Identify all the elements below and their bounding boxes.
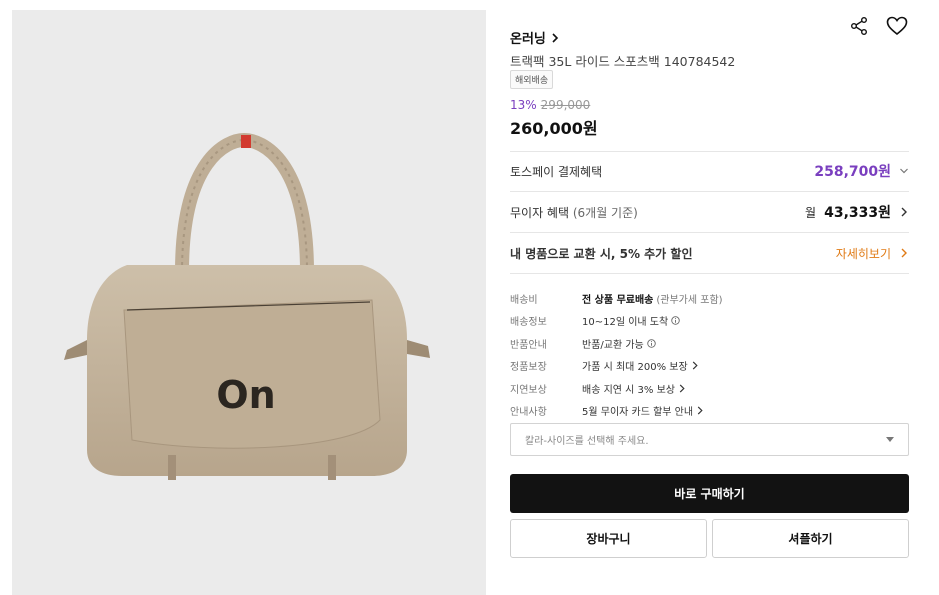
brand-link[interactable]: 온러닝	[510, 28, 560, 47]
trade-in-promo-row[interactable]: 내 명품으로 교환 시, 5% 추가 할인 자세히보기	[510, 233, 909, 273]
brand-name: 온러닝	[510, 32, 546, 47]
toss-pay-price: 258,700원	[814, 164, 891, 180]
heart-icon[interactable]	[885, 14, 909, 38]
sale-price: 260,000원	[510, 119, 598, 138]
info-icon[interactable]	[671, 316, 680, 325]
secondary-actions: 장바구니 셔플하기	[510, 519, 909, 558]
monthly-price: 43,333원	[824, 205, 891, 221]
delivery-row[interactable]: 배송정보 10~12일 이내 도착	[510, 310, 909, 333]
product-image[interactable]: On	[12, 10, 486, 595]
delivery-key: 정품보장	[510, 362, 547, 374]
delivery-value-text: 반품/교환 가능	[582, 339, 644, 351]
toss-pay-label: 토스페이 결제혜택	[510, 164, 603, 179]
delivery-value: 반품/교환 가능	[582, 336, 656, 351]
share-icon[interactable]	[847, 14, 871, 38]
toss-pay-benefit-row[interactable]: 토스페이 결제혜택 258,700원	[510, 151, 909, 191]
product-name: 트랙팩 35L 라이드 스포츠백 140784542	[510, 54, 736, 69]
delivery-value-bold: 전 상품 무료배송	[582, 294, 654, 306]
chevron-right-icon	[697, 406, 703, 415]
discount-row: 13% 299,000	[510, 98, 590, 112]
delivery-key: 배송정보	[510, 317, 547, 329]
delivery-value-text: 가품 시 최대 200% 보장	[582, 362, 688, 374]
chevron-right-icon	[901, 207, 907, 217]
delivery-value: 가품 시 최대 200% 보장	[582, 358, 699, 373]
original-price: 299,000	[540, 98, 591, 112]
interest-free-label: 무이자 혜택	[510, 205, 570, 220]
chevron-right-icon	[692, 361, 698, 370]
interest-free-benefit-row[interactable]: 무이자 혜택 (6개월 기준) 월 43,333원	[510, 192, 909, 232]
delivery-row[interactable]: 정품보장 가품 시 최대 200% 보장	[510, 355, 909, 378]
delivery-value-text: 배송 지연 시 3% 보상	[582, 384, 675, 396]
interest-free-sub: (6개월 기준)	[572, 205, 638, 220]
details-link[interactable]: 자세히보기	[836, 245, 891, 262]
chevron-right-icon	[901, 248, 907, 258]
chevron-right-icon	[679, 384, 685, 393]
delivery-row[interactable]: 안내사항 5월 무이자 카드 할부 안내	[510, 400, 909, 423]
chevron-down-icon	[900, 168, 908, 174]
delivery-key: 안내사항	[510, 407, 547, 419]
delivery-info: 배송비 전 상품 무료배송 (관부가세 포함) 배송정보 10~12일 이내 도착반품안…	[510, 287, 909, 422]
delivery-value: 10~12일 이내 도착	[582, 313, 680, 328]
trade-in-promo-label: 내 명품으로 교환 시, 5% 추가 할인	[510, 246, 693, 261]
top-actions	[847, 14, 909, 38]
caret-down-icon	[886, 437, 894, 442]
option-select[interactable]: 칼라-사이즈를 선택해 주세요.	[510, 423, 909, 456]
option-select-placeholder: 칼라-사이즈를 선택해 주세요.	[525, 436, 649, 447]
delivery-row[interactable]: 지연보상 배송 지연 시 3% 보상	[510, 377, 909, 400]
info-icon[interactable]	[647, 339, 656, 348]
delivery-value-text: 5월 무이자 카드 할부 안내	[582, 407, 694, 419]
product-info-panel: 온러닝 트랙팩 35L 라이드 스포츠백 140784542 해외배송 13% …	[510, 0, 909, 595]
delivery-row: 배송비 전 상품 무료배송 (관부가세 포함)	[510, 287, 909, 310]
on-logo: On	[216, 373, 275, 417]
delivery-value: 배송 지연 시 3% 보상	[582, 381, 686, 396]
delivery-key: 배송비	[510, 294, 538, 306]
discount-rate: 13%	[510, 98, 537, 112]
cart-button[interactable]: 장바구니	[510, 519, 707, 558]
delivery-value: 전 상품 무료배송 (관부가세 포함)	[582, 291, 723, 306]
monthly-unit: 월	[805, 205, 817, 220]
bag-illustration: On	[64, 132, 430, 480]
delivery-value-note: (관부가세 포함)	[656, 294, 723, 306]
buy-now-button[interactable]: 바로 구매하기	[510, 474, 909, 513]
divider	[510, 273, 909, 274]
overseas-shipping-badge: 해외배송	[510, 70, 554, 89]
delivery-value-text: 10~12일 이내 도착	[582, 317, 669, 329]
delivery-key: 지연보상	[510, 384, 547, 396]
delivery-key: 반품안내	[510, 339, 547, 351]
delivery-row[interactable]: 반품안내 반품/교환 가능	[510, 332, 909, 355]
shuffle-button[interactable]: 셔플하기	[712, 519, 909, 558]
chevron-right-icon	[552, 32, 559, 43]
delivery-value: 5월 무이자 카드 할부 안내	[582, 403, 704, 418]
